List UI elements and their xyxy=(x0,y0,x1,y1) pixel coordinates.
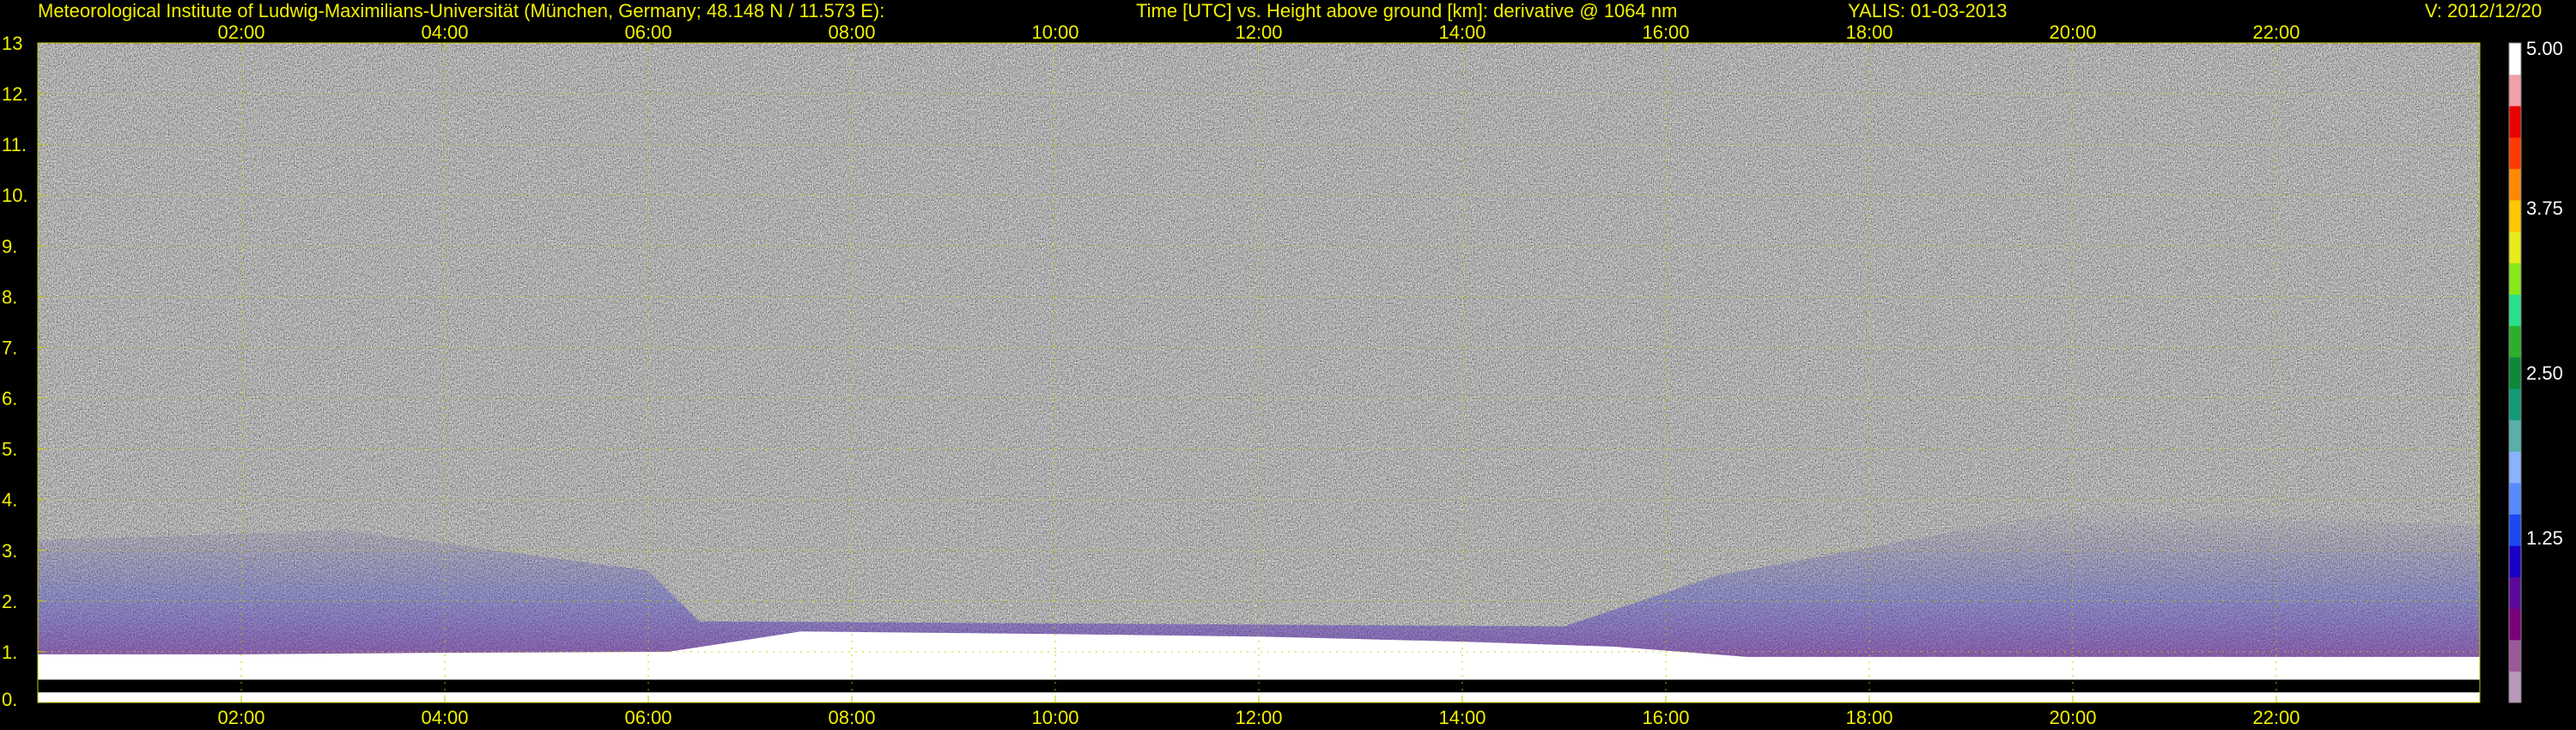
colorbar-segment xyxy=(2509,356,2521,389)
x-tick-label-top: 20:00 xyxy=(2049,21,2096,43)
x-tick-label-top: 16:00 xyxy=(1642,21,1689,43)
y-tick-label: 13 xyxy=(2,33,22,54)
x-tick-label-bottom: 20:00 xyxy=(2049,707,2096,728)
x-tick-label-top: 22:00 xyxy=(2252,21,2300,43)
x-tick-label-bottom: 08:00 xyxy=(828,707,875,728)
x-tick-label-bottom: 16:00 xyxy=(1642,707,1689,728)
x-tick-label-top: 18:00 xyxy=(1845,21,1893,43)
y-tick-label: 12. xyxy=(2,83,28,105)
colorbar-segment xyxy=(2509,671,2521,703)
y-tick-label: 5. xyxy=(2,439,17,460)
colorbar-segment xyxy=(2509,231,2521,264)
y-tick-label: 11. xyxy=(2,134,27,155)
colorbar-segment xyxy=(2509,74,2521,106)
y-tick-label: 9. xyxy=(2,235,17,257)
colorbar-segment xyxy=(2509,514,2521,546)
colorbar-segment xyxy=(2509,608,2521,641)
x-tick-label-bottom: 14:00 xyxy=(1438,707,1485,728)
colorbar-segment xyxy=(2509,545,2521,578)
y-tick-label: 0. xyxy=(2,689,17,710)
x-tick-label-bottom: 04:00 xyxy=(421,707,468,728)
lidar-chart: 0. 1. 2. 3. 4. 5. 6. 7. 8. 9. 10. 11. 12. 13 02:00 04:… xyxy=(2,21,2563,728)
y-tick-label: 4. xyxy=(2,490,17,511)
x-tick-label-top: 04:00 xyxy=(421,21,468,43)
colorbar-segment xyxy=(2509,199,2521,232)
x-tick-label-bottom: 18:00 xyxy=(1845,707,1893,728)
y-tick-label: 2. xyxy=(2,591,17,612)
colorbar-segment xyxy=(2509,388,2521,421)
y-tick-label: 6. xyxy=(2,388,17,410)
x-tick-label-top: 12:00 xyxy=(1235,21,1282,43)
x-tick-label-top: 06:00 xyxy=(624,21,671,43)
colorbar-segment xyxy=(2509,168,2521,201)
y-tick-label: 8. xyxy=(2,286,17,307)
colorbar-segment xyxy=(2509,419,2521,452)
x-tick-label-top: 08:00 xyxy=(828,21,875,43)
colorbar-segment xyxy=(2509,325,2521,358)
colorbar-segment xyxy=(2509,263,2521,295)
x-tick-label-top: 14:00 xyxy=(1438,21,1485,43)
y-tick-label: 7. xyxy=(2,337,17,358)
colorbar-tick-label: 1.25 xyxy=(2526,527,2563,549)
colorbar-segment xyxy=(2509,451,2521,484)
colorbar-segment xyxy=(2509,43,2521,76)
colorbar-segment xyxy=(2509,137,2521,169)
colorbar-segment xyxy=(2509,576,2521,609)
y-tick-label: 3. xyxy=(2,540,17,562)
colorbar-segment xyxy=(2509,294,2521,326)
x-tick-label-bottom: 02:00 xyxy=(217,707,264,728)
colorbar xyxy=(2508,42,2522,703)
x-tick-label-bottom: 22:00 xyxy=(2252,707,2300,728)
x-tick-label-bottom: 10:00 xyxy=(1031,707,1078,728)
colorbar-tick-label: 5.00 xyxy=(2526,38,2563,59)
x-tick-label-top: 10:00 xyxy=(1031,21,1078,43)
colorbar-segment xyxy=(2509,639,2521,672)
colorbar-segment xyxy=(2509,483,2521,515)
y-tick-label: 10. xyxy=(2,185,28,206)
x-tick-label-bottom: 12:00 xyxy=(1235,707,1282,728)
x-tick-label-bottom: 06:00 xyxy=(624,707,671,728)
x-tick-label-top: 02:00 xyxy=(217,21,264,43)
colorbar-tick-label: 2.50 xyxy=(2526,362,2563,384)
y-tick-label: 1. xyxy=(2,642,17,663)
colorbar-tick-label: 3.75 xyxy=(2526,198,2563,219)
colorbar-labels: 1.25 2.50 3.75 5.00 xyxy=(2526,38,2563,549)
colorbar-segment xyxy=(2509,106,2521,138)
